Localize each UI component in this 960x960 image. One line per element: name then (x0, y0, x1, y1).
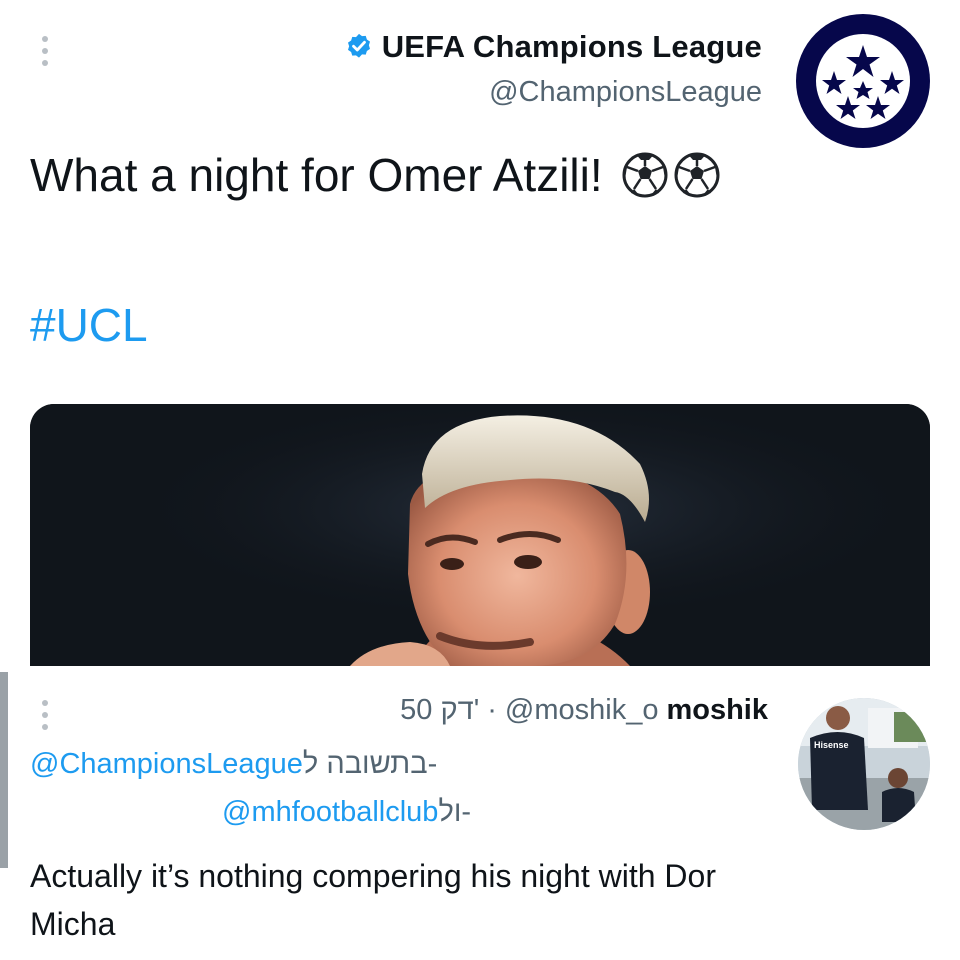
player-photo (30, 404, 930, 666)
reply-author-name[interactable]: moshik (666, 694, 768, 727)
replying-to-prefix-2: ול- (438, 796, 472, 828)
reply-text: Actually it’s nothing compering his nigh… (30, 858, 716, 942)
reply-avatar[interactable]: Hisense (798, 698, 930, 830)
author-name[interactable]: UEFA Champions League (382, 29, 762, 65)
more-options-icon[interactable] (40, 36, 50, 66)
replying-to-mention-2[interactable]: @mhfootballclub (222, 796, 438, 828)
tweet-author[interactable]: UEFA Champions League @ChampionsLeague (344, 24, 762, 109)
reply-header: 50 דק' · @moshik_o moshik (400, 694, 768, 727)
author-handle[interactable]: @ChampionsLeague (344, 76, 762, 109)
avatar-photo: Hisense (798, 698, 930, 830)
replying-to-line-2: @mhfootballclubול- (222, 796, 471, 829)
svg-text:Hisense: Hisense (814, 740, 849, 750)
avatar[interactable] (796, 14, 930, 148)
verified-badge-icon (347, 33, 370, 58)
hashtag-link[interactable]: #UCL (30, 298, 148, 352)
tweet-body: What a night for Omer Atzili! (30, 149, 603, 201)
reply-time[interactable]: 50 דק' (400, 694, 479, 727)
tweet-text: What a night for Omer Atzili! (30, 148, 721, 202)
screenshot-root: UEFA Champions League @ChampionsLeague W… (0, 0, 960, 960)
replying-to-line-1: @ChampionsLeagueבתשובה ל- (30, 748, 437, 781)
replying-to-prefix: בתשובה ל- (302, 748, 438, 780)
starball-logo-icon (816, 34, 910, 128)
soccer-ball-icon (622, 152, 668, 198)
replying-to-mention[interactable]: @ChampionsLeague (30, 748, 303, 780)
reply-more-options-icon[interactable] (40, 700, 50, 730)
soccer-ball-icon (674, 152, 720, 198)
reply-thread-line (0, 672, 8, 868)
reply-separator: · (487, 694, 497, 726)
tweet-media-image[interactable] (30, 404, 930, 666)
reply-handle[interactable]: @moshik_o (505, 694, 659, 727)
